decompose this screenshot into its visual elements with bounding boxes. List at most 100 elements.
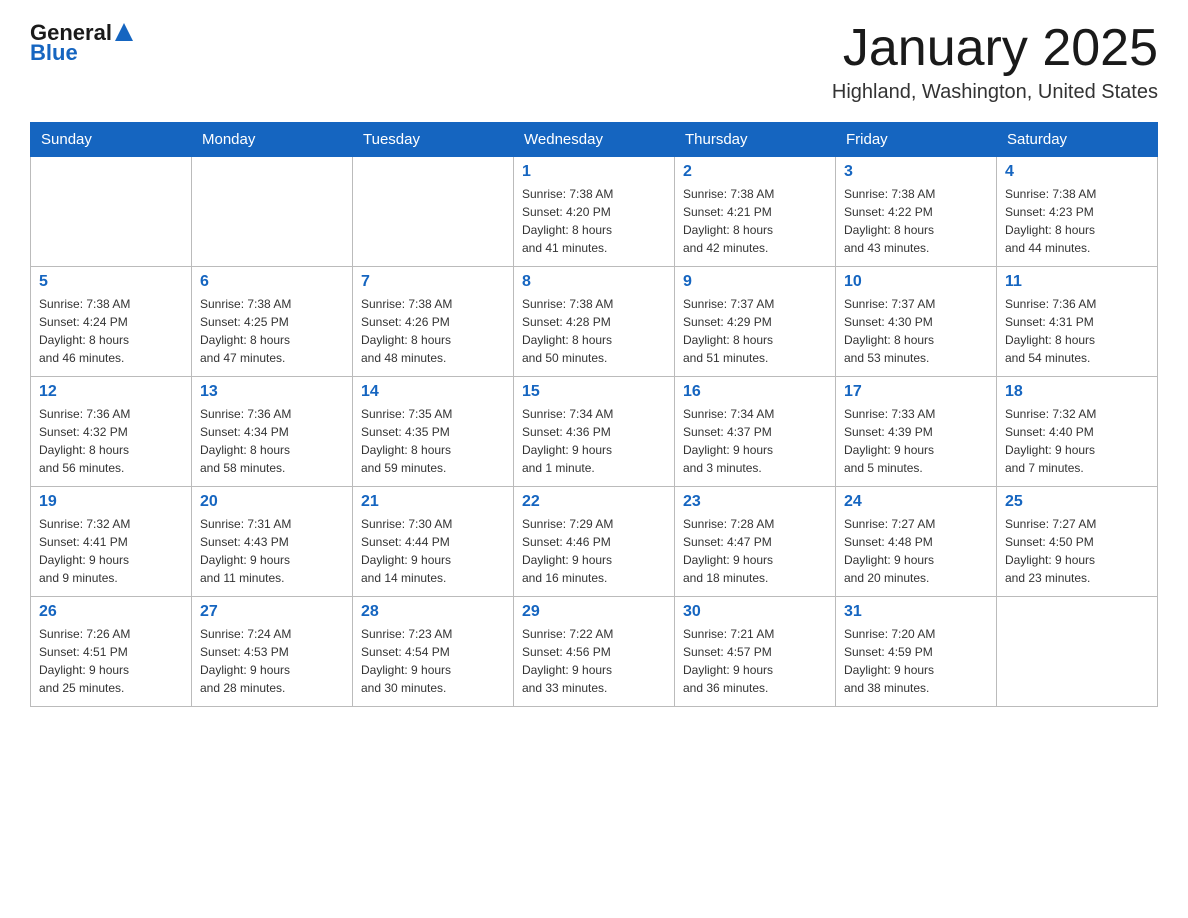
week-row-4: 19 Sunrise: 7:32 AM Sunset: 4:41 PM Dayli… — [31, 487, 1158, 597]
day-cell-10: 10Sunrise: 7:37 AM Sunset: 4:30 PM Dayli… — [836, 267, 997, 377]
day-info: Sunrise: 7:27 AM Sunset: 4:48 PM Dayligh… — [844, 515, 988, 587]
day-cell-1: 1Sunrise: 7:38 AM Sunset: 4:20 PM Daylig… — [514, 157, 675, 267]
day-number: 22 — [522, 493, 666, 511]
logo: General Blue — [30, 20, 133, 66]
header-day-wednesday: Wednesday — [514, 123, 675, 157]
day-cell-4: 4 Sunrise: 7:38 AM Sunset: 4:23 PM Daylig… — [997, 157, 1158, 267]
day-cell-13: 13 Sunrise: 7:36 AM Sunset: 4:34 PM Dayli… — [192, 377, 353, 487]
day-info: Sunrise: 7:24 AM Sunset: 4:53 PM Dayligh… — [200, 625, 344, 697]
day-number: 19 — [39, 493, 183, 511]
day-cell-6: 6 Sunrise: 7:38 AM Sunset: 4:25 PM Daylig… — [192, 267, 353, 377]
day-cell-17: 17 Sunrise: 7:33 AM Sunset: 4:39 PM Dayli… — [836, 377, 997, 487]
day-cell-20: 20Sunrise: 7:31 AM Sunset: 4:43 PM Dayli… — [192, 487, 353, 597]
day-number: 13 — [200, 383, 344, 401]
day-cell-30: 30Sunrise: 7:21 AM Sunset: 4:57 PM Dayli… — [675, 597, 836, 707]
day-cell-22: 22 Sunrise: 7:29 AM Sunset: 4:46 PM Dayli… — [514, 487, 675, 597]
day-info: Sunrise: 7:31 AM Sunset: 4:43 PM Dayligh… — [200, 515, 344, 587]
day-number: 29 — [522, 603, 666, 621]
day-info: Sunrise: 7:30 AM Sunset: 4:44 PM Dayligh… — [361, 515, 505, 587]
day-number: 31 — [844, 603, 988, 621]
day-number: 21 — [361, 493, 505, 511]
day-number: 25 — [1005, 493, 1149, 511]
day-cell-27: 27 Sunrise: 7:24 AM Sunset: 4:53 PM Dayli… — [192, 597, 353, 707]
day-number: 4 — [1005, 163, 1149, 181]
day-info: Sunrise: 7:38 AM Sunset: 4:23 PM Dayligh… — [1005, 185, 1149, 257]
day-number: 23 — [683, 493, 827, 511]
day-cell-31: 31 Sunrise: 7:20 AM Sunset: 4:59 PM Dayli… — [836, 597, 997, 707]
day-cell-12: 12 Sunrise: 7:36 AM Sunset: 4:32 PM Dayli… — [31, 377, 192, 487]
day-info: Sunrise: 7:38 AM Sunset: 4:21 PM Dayligh… — [683, 185, 827, 257]
header-day-saturday: Saturday — [997, 123, 1158, 157]
day-info: Sunrise: 7:37 AM Sunset: 4:29 PM Dayligh… — [683, 295, 827, 367]
day-cell-23: 23 Sunrise: 7:28 AM Sunset: 4:47 PM Dayli… — [675, 487, 836, 597]
day-cell-15: 15 Sunrise: 7:34 AM Sunset: 4:36 PM Dayli… — [514, 377, 675, 487]
day-info: Sunrise: 7:36 AM Sunset: 4:31 PM Dayligh… — [1005, 295, 1149, 367]
day-number: 6 — [200, 273, 344, 291]
day-number: 18 — [1005, 383, 1149, 401]
day-info: Sunrise: 7:38 AM Sunset: 4:26 PM Dayligh… — [361, 295, 505, 367]
day-cell-25: 25 Sunrise: 7:27 AM Sunset: 4:50 PM Dayli… — [997, 487, 1158, 597]
day-cell-18: 18 Sunrise: 7:32 AM Sunset: 4:40 PM Dayli… — [997, 377, 1158, 487]
day-number: 5 — [39, 273, 183, 291]
day-cell-16: 16Sunrise: 7:34 AM Sunset: 4:37 PM Dayli… — [675, 377, 836, 487]
day-info: Sunrise: 7:22 AM Sunset: 4:56 PM Dayligh… — [522, 625, 666, 697]
day-cell-8: 8Sunrise: 7:38 AM Sunset: 4:28 PM Daylig… — [514, 267, 675, 377]
day-cell-28: 28Sunrise: 7:23 AM Sunset: 4:54 PM Dayli… — [353, 597, 514, 707]
day-number: 27 — [200, 603, 344, 621]
header-day-sunday: Sunday — [31, 123, 192, 157]
header-day-friday: Friday — [836, 123, 997, 157]
day-number: 14 — [361, 383, 505, 401]
day-cell-24: 24 Sunrise: 7:27 AM Sunset: 4:48 PM Dayli… — [836, 487, 997, 597]
day-info: Sunrise: 7:38 AM Sunset: 4:25 PM Dayligh… — [200, 295, 344, 367]
empty-cell — [31, 157, 192, 267]
calendar-table: SundayMondayTuesdayWednesdayThursdayFrid… — [30, 122, 1158, 707]
day-info: Sunrise: 7:38 AM Sunset: 4:20 PM Dayligh… — [522, 185, 666, 257]
day-info: Sunrise: 7:33 AM Sunset: 4:39 PM Dayligh… — [844, 405, 988, 477]
day-number: 15 — [522, 383, 666, 401]
header-row: SundayMondayTuesdayWednesdayThursdayFrid… — [31, 123, 1158, 157]
day-cell-26: 26Sunrise: 7:26 AM Sunset: 4:51 PM Dayli… — [31, 597, 192, 707]
calendar-subtitle: Highland, Washington, United States — [832, 81, 1158, 104]
header-day-thursday: Thursday — [675, 123, 836, 157]
day-cell-19: 19 Sunrise: 7:32 AM Sunset: 4:41 PM Dayli… — [31, 487, 192, 597]
day-info: Sunrise: 7:36 AM Sunset: 4:32 PM Dayligh… — [39, 405, 183, 477]
logo-triangle-icon — [115, 23, 133, 41]
day-info: Sunrise: 7:29 AM Sunset: 4:46 PM Dayligh… — [522, 515, 666, 587]
day-cell-21: 21 Sunrise: 7:30 AM Sunset: 4:44 PM Dayli… — [353, 487, 514, 597]
day-info: Sunrise: 7:38 AM Sunset: 4:22 PM Dayligh… — [844, 185, 988, 257]
header-day-monday: Monday — [192, 123, 353, 157]
day-number: 16 — [683, 383, 827, 401]
day-info: Sunrise: 7:38 AM Sunset: 4:24 PM Dayligh… — [39, 295, 183, 367]
day-number: 17 — [844, 383, 988, 401]
header-day-tuesday: Tuesday — [353, 123, 514, 157]
week-row-3: 12 Sunrise: 7:36 AM Sunset: 4:32 PM Dayli… — [31, 377, 1158, 487]
day-cell-29: 29 Sunrise: 7:22 AM Sunset: 4:56 PM Dayli… — [514, 597, 675, 707]
day-number: 24 — [844, 493, 988, 511]
day-number: 9 — [683, 273, 827, 291]
day-info: Sunrise: 7:21 AM Sunset: 4:57 PM Dayligh… — [683, 625, 827, 697]
day-info: Sunrise: 7:32 AM Sunset: 4:40 PM Dayligh… — [1005, 405, 1149, 477]
day-info: Sunrise: 7:36 AM Sunset: 4:34 PM Dayligh… — [200, 405, 344, 477]
day-info: Sunrise: 7:34 AM Sunset: 4:36 PM Dayligh… — [522, 405, 666, 477]
logo-blue-text: Blue — [30, 40, 78, 66]
day-info: Sunrise: 7:28 AM Sunset: 4:47 PM Dayligh… — [683, 515, 827, 587]
empty-cell — [192, 157, 353, 267]
day-cell-11: 11Sunrise: 7:36 AM Sunset: 4:31 PM Dayli… — [997, 267, 1158, 377]
day-number: 7 — [361, 273, 505, 291]
page-header: General Blue January 2025 Highland, Wash… — [30, 20, 1158, 104]
week-row-5: 26Sunrise: 7:26 AM Sunset: 4:51 PM Dayli… — [31, 597, 1158, 707]
day-number: 3 — [844, 163, 988, 181]
day-number: 12 — [39, 383, 183, 401]
day-cell-3: 3 Sunrise: 7:38 AM Sunset: 4:22 PM Daylig… — [836, 157, 997, 267]
week-row-2: 5 Sunrise: 7:38 AM Sunset: 4:24 PM Daylig… — [31, 267, 1158, 377]
day-number: 2 — [683, 163, 827, 181]
day-cell-14: 14Sunrise: 7:35 AM Sunset: 4:35 PM Dayli… — [353, 377, 514, 487]
calendar-body: 1Sunrise: 7:38 AM Sunset: 4:20 PM Daylig… — [31, 157, 1158, 707]
day-info: Sunrise: 7:23 AM Sunset: 4:54 PM Dayligh… — [361, 625, 505, 697]
week-row-1: 1Sunrise: 7:38 AM Sunset: 4:20 PM Daylig… — [31, 157, 1158, 267]
calendar-header: SundayMondayTuesdayWednesdayThursdayFrid… — [31, 123, 1158, 157]
day-info: Sunrise: 7:27 AM Sunset: 4:50 PM Dayligh… — [1005, 515, 1149, 587]
day-info: Sunrise: 7:32 AM Sunset: 4:41 PM Dayligh… — [39, 515, 183, 587]
day-info: Sunrise: 7:20 AM Sunset: 4:59 PM Dayligh… — [844, 625, 988, 697]
empty-cell — [353, 157, 514, 267]
